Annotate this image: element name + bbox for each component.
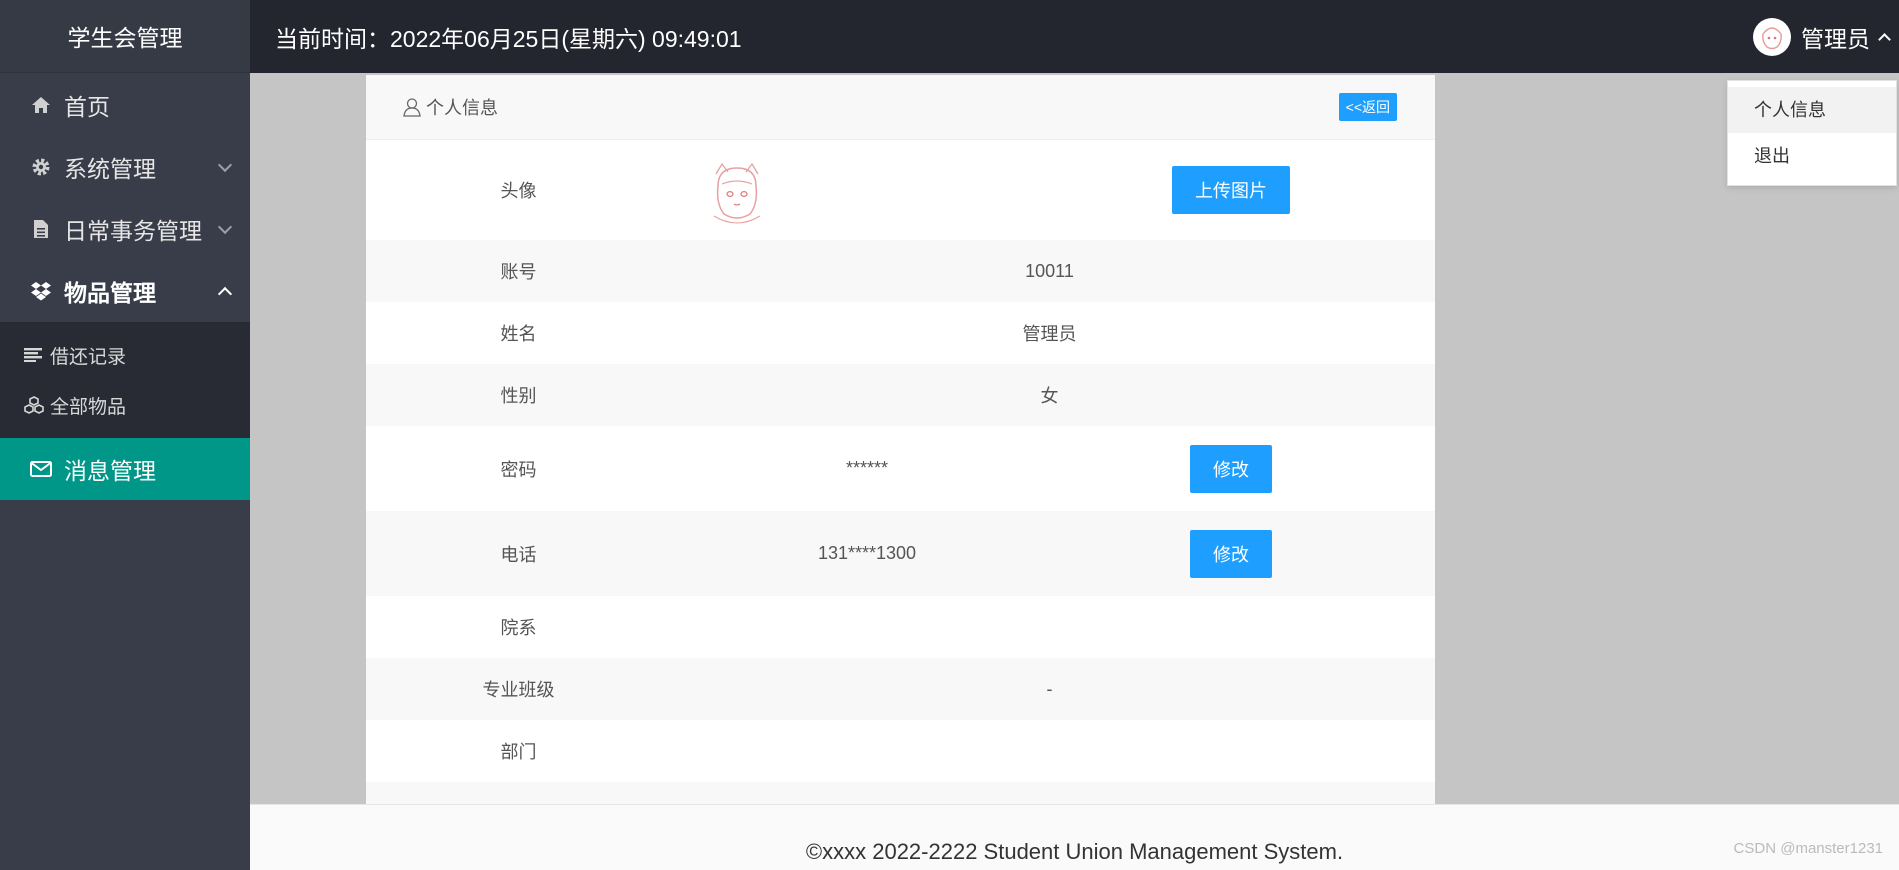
edit-password-button[interactable]: 修改 (1190, 445, 1272, 493)
sidebar-item-items[interactable]: 物品管理 (0, 260, 250, 322)
row-college: 院系 (366, 596, 1435, 658)
gender-value: 女 (1040, 386, 1059, 406)
avatar (704, 160, 770, 226)
list-icon (24, 348, 46, 362)
card-title: 个人信息 (426, 98, 498, 118)
sidebar-item-label: 日常事务管理 (64, 218, 202, 244)
profile-card: 个人信息 <<返回 头像 上传图片 账号 10011 姓名 管理员 性别 女 密… (366, 75, 1435, 804)
account-value: 10011 (1025, 260, 1074, 281)
row-label: 专业班级 (482, 680, 555, 700)
row-name: 姓名 管理员 (366, 302, 1435, 364)
user-menu-toggle[interactable]: 管理员 (1753, 0, 1891, 73)
user-icon (402, 97, 422, 117)
gear-icon (28, 156, 54, 178)
cubes-icon (24, 396, 46, 414)
menu-item-profile[interactable]: 个人信息 (1728, 87, 1896, 133)
chevron-down-icon (217, 157, 233, 173)
sidebar-subitem-label: 借还记录 (50, 346, 127, 368)
sidebar-item-label: 首页 (64, 94, 110, 120)
sidebar-subitem-records[interactable]: 借还记录 (0, 330, 250, 380)
row-label: 密码 (500, 459, 537, 480)
user-dropdown-menu: 个人信息 退出 (1727, 80, 1897, 186)
brand-title: 学生会管理 (0, 0, 250, 73)
row-phone: 电话 131****1300 修改 (366, 511, 1435, 596)
upload-image-button[interactable]: 上传图片 (1172, 166, 1290, 214)
sidebar-item-daily[interactable]: 日常事务管理 (0, 198, 250, 260)
password-value: ****** (845, 458, 889, 478)
home-icon (28, 94, 54, 116)
sidebar-item-label: 物品管理 (64, 280, 156, 306)
row-department: 部门 (366, 720, 1435, 782)
major-class-value: - (1046, 678, 1053, 699)
phone-value: 131****1300 (817, 543, 917, 563)
chevron-down-icon (217, 219, 233, 235)
row-gender: 性别 女 (366, 364, 1435, 426)
row-password: 密码 ****** 修改 (366, 426, 1435, 511)
footer: ©xxxx 2022-2222 Student Union Management… (250, 804, 1899, 870)
sidebar-item-home[interactable]: 首页 (0, 74, 250, 136)
row-partial (366, 782, 1435, 804)
chevron-up-icon (217, 286, 233, 302)
row-label: 账号 (500, 262, 537, 282)
sidebar-subitem-all-items[interactable]: 全部物品 (0, 380, 250, 430)
menu-item-logout[interactable]: 退出 (1728, 133, 1896, 179)
sidebar-submenu: 借还记录 全部物品 (0, 322, 250, 438)
sidebar-subitem-label: 全部物品 (50, 396, 127, 418)
document-icon (28, 218, 54, 240)
row-label: 院系 (500, 618, 537, 638)
row-account: 账号 10011 (366, 240, 1435, 302)
sidebar-item-system[interactable]: 系统管理 (0, 136, 250, 198)
envelope-icon (28, 458, 54, 480)
back-button[interactable]: <<返回 (1338, 93, 1397, 121)
name-value: 管理员 (1022, 324, 1077, 344)
row-label: 头像 (500, 181, 537, 201)
sidebar-item-label: 系统管理 (64, 156, 156, 182)
edit-phone-button[interactable]: 修改 (1190, 530, 1272, 578)
sidebar-item-label: 消息管理 (64, 458, 156, 484)
row-label: 姓名 (500, 324, 537, 344)
sidebar: 学生会管理 首页 系统管理 日常事务管理 物品管理 借还记录 全部物品 消息管理 (0, 0, 250, 870)
user-name: 管理员 (1801, 25, 1870, 52)
row-major-class: 专业班级 - (366, 658, 1435, 720)
card-header: 个人信息 <<返回 (366, 75, 1435, 140)
chevron-up-icon (1878, 33, 1891, 46)
watermark: CSDN @manster1231 (1733, 840, 1883, 857)
row-label: 部门 (500, 742, 537, 762)
current-time: 当前时间：2022年06月25日(星期六) 09:49:01 (275, 25, 742, 52)
avatar (1753, 17, 1791, 56)
top-header: 当前时间：2022年06月25日(星期六) 09:49:01 管理员 (250, 0, 1899, 73)
row-label: 电话 (500, 544, 537, 565)
copyright-text: ©xxxx 2022-2222 Student Union Management… (805, 839, 1344, 864)
sidebar-item-messages[interactable]: 消息管理 (0, 438, 250, 500)
row-label: 性别 (500, 386, 537, 406)
row-avatar: 头像 上传图片 (366, 140, 1435, 240)
dropbox-icon (28, 280, 54, 302)
